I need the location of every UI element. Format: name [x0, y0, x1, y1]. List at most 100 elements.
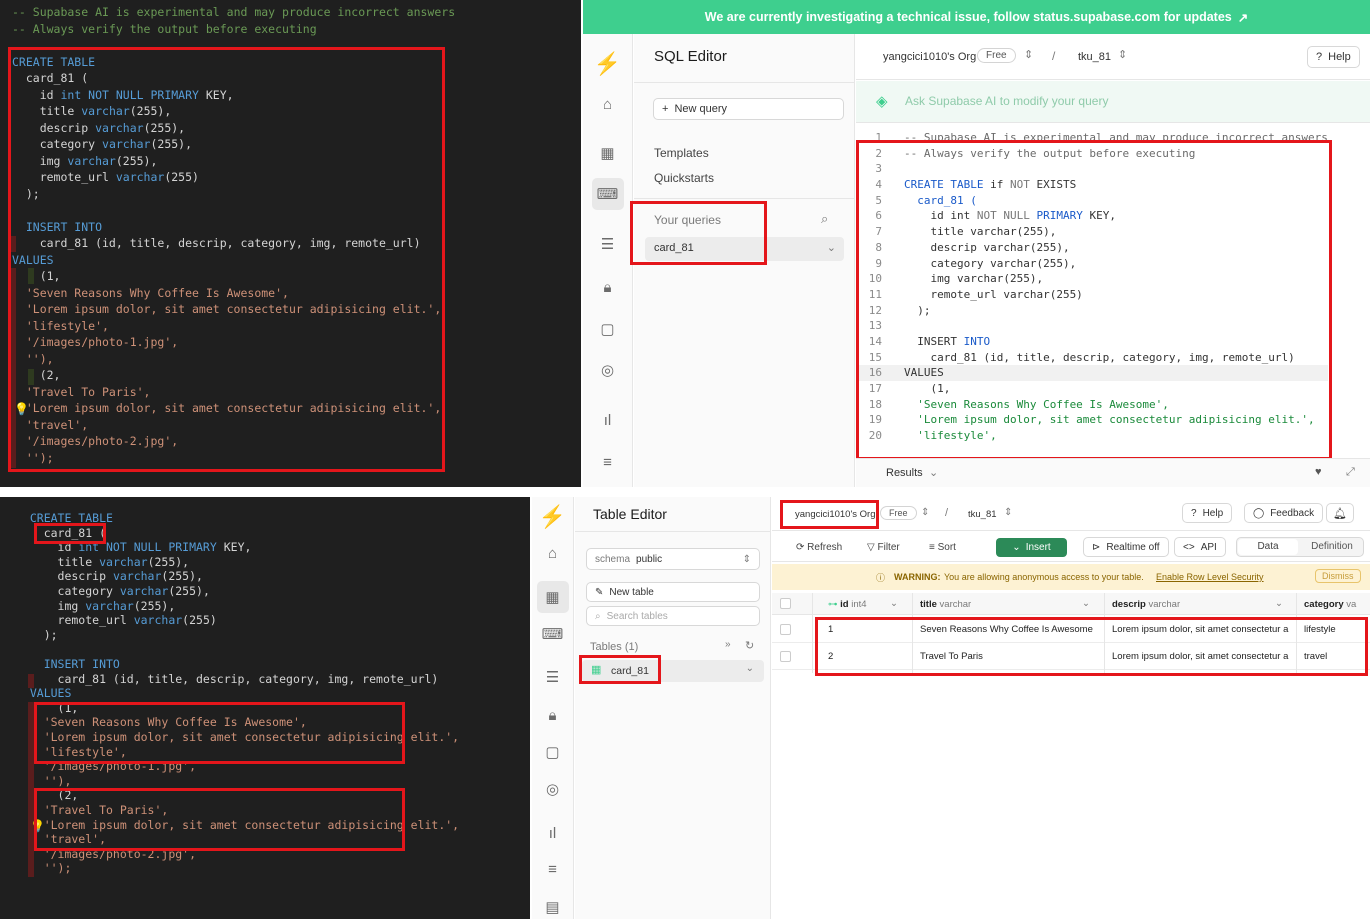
sql-line[interactable]: 18 'Seven Reasons Why Coffee Is Awesome'… — [856, 397, 1328, 413]
code-line[interactable] — [16, 642, 530, 657]
templates-link[interactable]: Templates — [654, 146, 709, 160]
sql-line[interactable]: 17 (1, — [856, 381, 1328, 397]
sql-line[interactable]: 14 INSERT INTO — [856, 334, 1328, 350]
code-line[interactable]: ''); — [16, 861, 530, 876]
sql-line[interactable]: 16 VALUES — [856, 365, 1328, 381]
docs-icon[interactable]: ▤ — [532, 891, 573, 919]
code-line[interactable]: ''); — [12, 450, 581, 467]
external-link-icon[interactable]: ↗ — [1238, 10, 1248, 25]
chevron-updown-icon[interactable]: ⇕ — [1024, 48, 1033, 61]
new-table-button[interactable]: ✎ New table — [586, 582, 760, 602]
sort-button[interactable]: ≡ Sort — [929, 542, 956, 553]
code-line[interactable]: VALUES — [16, 686, 530, 701]
code-line[interactable]: id int NOT NULL PRIMARY KEY, — [12, 87, 581, 104]
table-editor-icon[interactable]: ▦ — [583, 137, 632, 169]
code-line[interactable]: ); — [16, 628, 530, 643]
chevron-updown-icon[interactable]: ⇕ — [921, 507, 929, 518]
cell-category[interactable]: travel — [1304, 651, 1327, 662]
auth-icon[interactable]: 🔒︎ — [532, 699, 573, 731]
chevron-updown-icon[interactable]: ⇕ — [1004, 507, 1012, 518]
schema-selector[interactable]: schema public ⇕ — [586, 548, 760, 570]
filter-button[interactable]: ▽ Filter — [867, 542, 900, 553]
enable-rls-link[interactable]: Enable Row Level Security — [1156, 572, 1264, 582]
code-line[interactable]: (1, — [12, 268, 581, 285]
heart-icon[interactable]: ♥ — [1315, 466, 1322, 478]
code-line[interactable]: title varchar(255), — [16, 555, 530, 570]
sql-line[interactable]: 2 -- Always verify the output before exec… — [856, 146, 1328, 162]
code-line[interactable]: title varchar(255), — [12, 103, 581, 120]
code-line[interactable] — [12, 37, 581, 54]
supabase-logo-icon[interactable]: ⚡ — [583, 48, 632, 80]
code-line[interactable]: category varchar(255), — [12, 136, 581, 153]
code-line[interactable]: 'Travel To Paris', — [16, 803, 530, 818]
code-line[interactable]: id int NOT NULL PRIMARY KEY, — [16, 540, 530, 555]
code-line[interactable]: (2, — [12, 367, 581, 384]
sql-line[interactable]: 19 'Lorem ipsum dolor, sit amet consecte… — [856, 412, 1328, 428]
row-checkbox[interactable] — [780, 624, 791, 635]
api-button[interactable]: <> API — [1174, 537, 1226, 557]
cell-id[interactable]: 2 — [828, 651, 833, 662]
code-line[interactable]: category varchar(255), — [16, 584, 530, 599]
search-tables-input[interactable]: ⌕ Search tables — [586, 606, 760, 626]
code-line[interactable]: 'lifestyle', — [16, 745, 530, 760]
chevron-down-icon[interactable]: ⌄ — [1082, 598, 1090, 609]
table-row[interactable]: 1 Seven Reasons Why Coffee Is Awesome Lore… — [772, 616, 1370, 643]
sql-line[interactable]: 12 ); — [856, 303, 1328, 319]
storage-icon[interactable]: ▢ — [532, 736, 573, 768]
reports-icon[interactable]: ıl — [532, 817, 573, 849]
auth-icon[interactable]: 🔒︎ — [583, 271, 632, 303]
column-header-title[interactable]: title varchar — [920, 599, 971, 610]
query-item-card-81[interactable]: card_81 ⌄ — [645, 237, 844, 261]
code-line[interactable]: ''), — [12, 351, 581, 368]
column-header-category[interactable]: category va — [1304, 599, 1356, 610]
tab-definition[interactable]: Definition — [1301, 539, 1363, 555]
cell-id[interactable]: 1 — [828, 624, 833, 635]
help-button[interactable]: ? Help — [1182, 503, 1233, 523]
quickstarts-link[interactable]: Quickstarts — [654, 171, 714, 185]
database-icon[interactable]: ☰ — [532, 661, 573, 693]
storage-icon[interactable]: ▢ — [583, 313, 632, 345]
code-line[interactable]: descrip varchar(255), — [16, 569, 530, 584]
code-line[interactable]: card_81 (id, title, descrip, category, i… — [16, 672, 530, 687]
lightbulb-icon[interactable]: 💡 — [30, 819, 45, 833]
sql-line[interactable]: 13 — [856, 318, 1328, 334]
code-line[interactable]: (1, — [16, 701, 530, 716]
code-line[interactable] — [12, 202, 581, 219]
column-header-descrip[interactable]: descrip varchar — [1112, 599, 1180, 610]
lightbulb-icon[interactable]: 💡 — [14, 402, 29, 416]
sql-line[interactable]: 15 card_81 (id, title, descrip, category… — [856, 350, 1328, 366]
collapse-icon[interactable]: » — [725, 639, 731, 650]
code-line[interactable]: 'Lorem ipsum dolor, sit amet consectetur… — [16, 818, 530, 833]
code-line[interactable]: 'lifestyle', — [12, 318, 581, 335]
code-line[interactable]: CREATE TABLE — [12, 54, 581, 71]
code-line[interactable]: 'Lorem ipsum dolor, sit amet consectetur… — [12, 400, 581, 417]
logs-icon[interactable]: ≡ — [532, 853, 573, 885]
sql-line[interactable]: 11 remote_url varchar(255) — [856, 287, 1328, 303]
sql-line[interactable]: 20 'lifestyle', — [856, 428, 1328, 444]
select-all-checkbox[interactable] — [780, 598, 791, 609]
reports-icon[interactable]: ıl — [583, 404, 632, 436]
sql-code-area[interactable]: 1 -- Supabase AI is experimental and may … — [856, 130, 1370, 452]
home-icon[interactable]: ⌂ — [532, 537, 573, 569]
insert-button[interactable]: ⌄ Insert — [996, 538, 1067, 557]
code-line[interactable]: 'Travel To Paris', — [12, 384, 581, 401]
code-line[interactable]: 'Seven Reasons Why Coffee Is Awesome', — [16, 715, 530, 730]
sql-line[interactable]: 10 img varchar(255), — [856, 271, 1328, 287]
tab-data[interactable]: Data — [1238, 539, 1298, 555]
code-line[interactable]: ''), — [16, 774, 530, 789]
sql-line[interactable]: 6 id int NOT NULL PRIMARY KEY, — [856, 208, 1328, 224]
chevron-down-icon[interactable]: ⌄ — [1275, 598, 1283, 609]
code-line[interactable]: 'Seven Reasons Why Coffee Is Awesome', — [12, 285, 581, 302]
code-line[interactable]: 'travel', — [12, 417, 581, 434]
cell-category[interactable]: lifestyle — [1304, 624, 1336, 635]
chevron-down-icon[interactable]: ⌄ — [827, 241, 836, 254]
row-checkbox[interactable] — [780, 651, 791, 662]
cell-title[interactable]: Travel To Paris — [920, 651, 983, 662]
chevron-down-icon[interactable]: ⌄ — [746, 663, 754, 674]
code-line[interactable]: descrip varchar(255), — [12, 120, 581, 137]
cell-descrip[interactable]: Lorem ipsum dolor, sit amet consectetur … — [1112, 624, 1288, 635]
sql-line[interactable]: 8 descrip varchar(255), — [856, 240, 1328, 256]
code-line[interactable]: card_81 (id, title, descrip, category, i… — [12, 235, 581, 252]
sql-line[interactable]: 7 title varchar(255), — [856, 224, 1328, 240]
logs-icon[interactable]: ≡ — [583, 446, 632, 478]
